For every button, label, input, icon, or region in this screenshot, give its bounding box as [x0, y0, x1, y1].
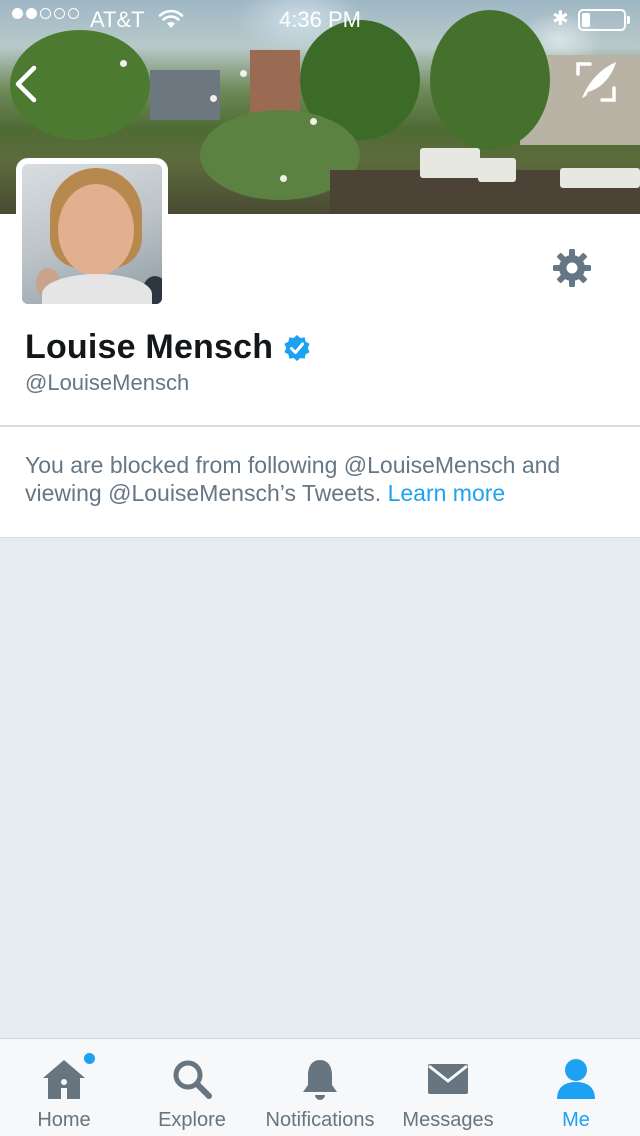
learn-more-link[interactable]: Learn more: [388, 480, 506, 506]
tab-notifications[interactable]: Notifications: [256, 1039, 384, 1136]
envelope-icon: [428, 1064, 468, 1094]
bluetooth-icon: ✱: [552, 8, 569, 30]
banner-flower: [240, 70, 247, 77]
profile-name-row: Louise Mensch: [25, 328, 311, 367]
person-icon: [557, 1059, 595, 1099]
tab-explore[interactable]: Explore: [128, 1039, 256, 1136]
banner-bench: [560, 168, 640, 188]
tab-notifications-label: Notifications: [265, 1109, 375, 1131]
bell-icon: [303, 1060, 337, 1100]
banner-bench: [478, 158, 516, 182]
tab-me-label: Me: [562, 1109, 590, 1131]
banner-building: [150, 70, 220, 120]
status-bar: AT&T 4:36 PM ✱: [0, 0, 640, 40]
profile-name: Louise Mensch: [25, 328, 274, 366]
tab-home-label: Home: [37, 1109, 91, 1131]
compose-tweet-button[interactable]: [572, 58, 620, 106]
blocked-notice: You are blocked from following @LouiseMe…: [0, 426, 640, 538]
search-icon: [173, 1060, 212, 1099]
tab-bar: Home Explore Notifications Messages Me: [0, 1038, 640, 1136]
tab-home[interactable]: Home: [0, 1039, 128, 1136]
tab-me[interactable]: Me: [512, 1039, 640, 1136]
status-time: 4:36 PM: [279, 7, 361, 32]
back-button[interactable]: [10, 62, 44, 106]
verified-badge-icon: [284, 334, 310, 361]
banner-flower: [210, 95, 217, 102]
banner-bench: [420, 148, 480, 178]
profile-avatar[interactable]: [16, 158, 168, 310]
tab-messages[interactable]: Messages: [384, 1039, 512, 1136]
home-notification-dot: [84, 1053, 95, 1064]
tab-explore-label: Explore: [158, 1109, 226, 1131]
banner-flower: [310, 118, 317, 125]
banner-flower: [280, 175, 287, 182]
home-icon: [43, 1060, 85, 1099]
banner-flower: [120, 60, 127, 67]
profile-handle: @LouiseMensch: [25, 370, 190, 395]
tab-messages-label: Messages: [402, 1109, 494, 1131]
battery-icon: [578, 9, 630, 31]
settings-gear-icon[interactable]: [552, 248, 592, 288]
